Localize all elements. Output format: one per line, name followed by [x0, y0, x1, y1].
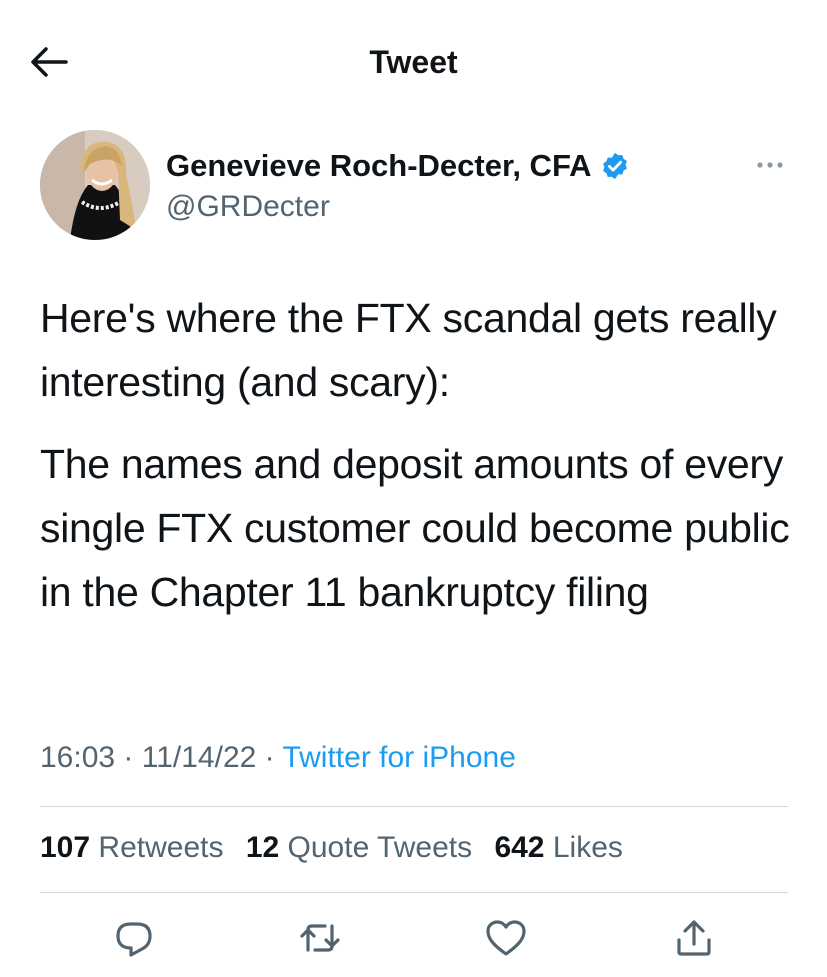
author-name[interactable]: Genevieve Roch-Decter, CFA	[166, 146, 592, 186]
share-icon	[677, 920, 711, 956]
tweet-meta: 16:03 · 11/14/22 · Twitter for iPhone	[40, 738, 516, 778]
retweets-label: Retweets	[98, 831, 224, 864]
retweets-count: 107	[40, 831, 91, 864]
retweet-icon	[300, 924, 340, 952]
tweet-source-link[interactable]: Twitter for iPhone	[282, 741, 515, 774]
page-title: Tweet	[369, 44, 458, 80]
quote-tweets-count: 12	[245, 831, 280, 864]
meta-separator: ·	[123, 741, 134, 774]
tweet-text-paragraph: Here's where the FTX scandal gets really…	[40, 295, 777, 405]
verified-badge-icon	[602, 152, 627, 180]
likes-label: Likes	[552, 831, 623, 864]
author-handle[interactable]: @GRDecter	[166, 188, 330, 226]
avatar-image	[40, 130, 150, 240]
author-name-row[interactable]: Genevieve Roch-Decter, CFA	[166, 146, 630, 186]
avatar[interactable]	[40, 130, 150, 240]
meta-separator: ·	[264, 741, 275, 774]
like-icon	[486, 920, 526, 956]
share-button[interactable]	[672, 916, 716, 960]
like-button[interactable]	[484, 916, 528, 960]
tweet-stats: 107 Retweets 12 Quote Tweets 642 Likes	[40, 828, 637, 868]
likes-count: 642	[494, 831, 545, 864]
more-icon	[757, 162, 783, 168]
quote-tweets-stat[interactable]: 12 Quote Tweets	[246, 831, 472, 864]
tweet-date[interactable]: 11/14/22	[142, 741, 257, 774]
more-options-button[interactable]	[752, 150, 788, 180]
divider	[40, 806, 788, 807]
quote-tweets-label: Quote Tweets	[287, 831, 473, 864]
tweet-text-paragraph: The names and deposit amounts of every s…	[40, 441, 790, 615]
likes-stat[interactable]: 642 Likes	[494, 831, 622, 864]
reply-icon	[116, 922, 152, 957]
retweet-button[interactable]	[298, 916, 342, 960]
retweets-stat[interactable]: 107 Retweets	[40, 831, 223, 864]
divider	[40, 892, 788, 893]
reply-button[interactable]	[112, 916, 156, 960]
tweet-time[interactable]: 16:03	[40, 741, 115, 774]
